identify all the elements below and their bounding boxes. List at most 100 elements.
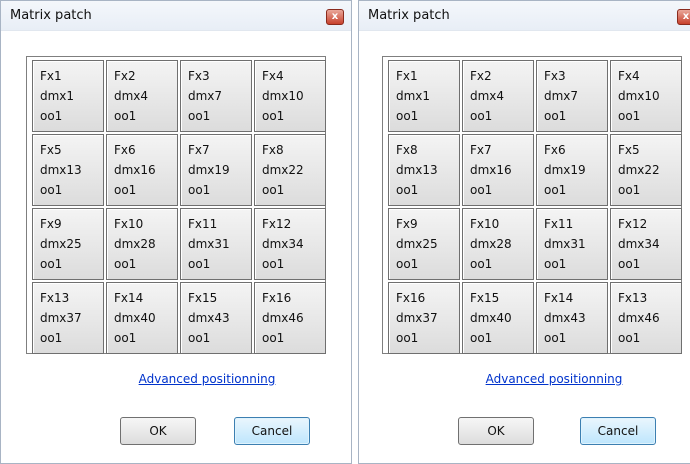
fixture-cell-oo: oo1 bbox=[618, 109, 641, 123]
matrix-patch-dialog-right: Matrix patch x Fx1 dmx1 oo1 Fx2 dmx4 oo1 Fx3 dm… bbox=[358, 0, 690, 464]
dialog-title: Matrix patch bbox=[10, 8, 92, 23]
fixture-cell-oo: oo1 bbox=[618, 331, 641, 345]
fixture-cell[interactable]: Fx9 dmx25 oo1 bbox=[32, 208, 104, 280]
fixture-cell-dmx: dmx22 bbox=[618, 163, 660, 177]
fixture-cell[interactable]: Fx11 dmx31 oo1 bbox=[180, 208, 252, 280]
cancel-button[interactable]: Cancel bbox=[234, 417, 310, 445]
matrix-patch-dialog-left: Matrix patch x Fx1 dmx1 oo1 Fx2 dmx4 oo1 Fx3 dm… bbox=[0, 0, 352, 464]
fixture-cell-dmx: dmx43 bbox=[544, 311, 586, 325]
fixture-cell-dmx: dmx25 bbox=[396, 237, 438, 251]
fixture-cell-fx: Fx12 bbox=[618, 217, 648, 231]
fixture-cell[interactable]: Fx16 dmx46 oo1 bbox=[254, 282, 326, 354]
fixture-cell[interactable]: Fx10 dmx28 oo1 bbox=[462, 208, 534, 280]
fixture-cell[interactable]: Fx5 dmx22 oo1 bbox=[610, 134, 682, 206]
fixture-cell-dmx: dmx1 bbox=[396, 89, 431, 103]
fixture-cell[interactable]: Fx3 dmx7 oo1 bbox=[536, 60, 608, 132]
fixture-cell-fx: Fx9 bbox=[396, 217, 418, 231]
fixture-cell[interactable]: Fx2 dmx4 oo1 bbox=[106, 60, 178, 132]
fixture-cell[interactable]: Fx4 dmx10 oo1 bbox=[254, 60, 326, 132]
fixture-cell-fx: Fx11 bbox=[188, 217, 218, 231]
close-button[interactable]: x bbox=[326, 9, 344, 25]
fixture-cell[interactable]: Fx15 dmx40 oo1 bbox=[462, 282, 534, 354]
fixture-cell-dmx: dmx28 bbox=[470, 237, 512, 251]
fixture-cell[interactable]: Fx3 dmx7 oo1 bbox=[180, 60, 252, 132]
fixture-cell[interactable]: Fx2 dmx4 oo1 bbox=[462, 60, 534, 132]
fixture-cell-dmx: dmx19 bbox=[188, 163, 230, 177]
fixture-cell-oo: oo1 bbox=[188, 109, 211, 123]
fixture-cell[interactable]: Fx14 dmx40 oo1 bbox=[106, 282, 178, 354]
fixture-cell-dmx: dmx7 bbox=[544, 89, 579, 103]
fixture-cell[interactable]: Fx5 dmx13 oo1 bbox=[32, 134, 104, 206]
fixture-cell-oo: oo1 bbox=[618, 183, 641, 197]
fixture-cell-oo: oo1 bbox=[40, 183, 63, 197]
fixture-cell-oo: oo1 bbox=[470, 109, 493, 123]
fixture-cell-fx: Fx3 bbox=[544, 69, 566, 83]
fixture-cell-fx: Fx2 bbox=[114, 69, 136, 83]
fixture-cell-oo: oo1 bbox=[618, 257, 641, 271]
advanced-positioning-link[interactable]: Advanced positionning bbox=[454, 372, 654, 386]
fixture-cell-dmx: dmx13 bbox=[40, 163, 82, 177]
fixture-cell-oo: oo1 bbox=[396, 109, 419, 123]
fixture-cell-dmx: dmx28 bbox=[114, 237, 156, 251]
fixture-cell-dmx: dmx16 bbox=[114, 163, 156, 177]
fixture-cell-fx: Fx13 bbox=[618, 291, 648, 305]
fixture-cell-oo: oo1 bbox=[262, 257, 285, 271]
fixture-cell-fx: Fx6 bbox=[544, 143, 566, 157]
fixture-cell[interactable]: Fx16 dmx37 oo1 bbox=[388, 282, 460, 354]
fixture-cell[interactable]: Fx7 dmx19 oo1 bbox=[180, 134, 252, 206]
fixture-cell-fx: Fx5 bbox=[618, 143, 640, 157]
fixture-cell-dmx: dmx4 bbox=[114, 89, 149, 103]
fixture-cell-dmx: dmx31 bbox=[188, 237, 230, 251]
title-bar: Matrix patch x bbox=[1, 1, 351, 31]
fixture-cell-dmx: dmx34 bbox=[262, 237, 304, 251]
fixture-cell[interactable]: Fx6 dmx16 oo1 bbox=[106, 134, 178, 206]
fixture-cell-dmx: dmx22 bbox=[262, 163, 304, 177]
ok-button[interactable]: OK bbox=[120, 417, 196, 445]
fixture-cell-oo: oo1 bbox=[114, 331, 137, 345]
fixture-cell[interactable]: Fx10 dmx28 oo1 bbox=[106, 208, 178, 280]
fixture-cell[interactable]: Fx12 dmx34 oo1 bbox=[254, 208, 326, 280]
fixture-cell-dmx: dmx46 bbox=[262, 311, 304, 325]
fixture-cell-oo: oo1 bbox=[396, 183, 419, 197]
fixture-cell-fx: Fx12 bbox=[262, 217, 292, 231]
fixture-cell[interactable]: Fx7 dmx16 oo1 bbox=[462, 134, 534, 206]
ok-button[interactable]: OK bbox=[458, 417, 534, 445]
fixture-cell-fx: Fx14 bbox=[114, 291, 144, 305]
fixture-cell[interactable]: Fx13 dmx37 oo1 bbox=[32, 282, 104, 354]
fixture-cell-dmx: dmx7 bbox=[188, 89, 223, 103]
fixture-cell[interactable]: Fx11 dmx31 oo1 bbox=[536, 208, 608, 280]
fixture-cell-oo: oo1 bbox=[544, 183, 567, 197]
dialog-title: Matrix patch bbox=[368, 8, 450, 23]
fixture-cell-oo: oo1 bbox=[544, 331, 567, 345]
fixture-cell[interactable]: Fx8 dmx22 oo1 bbox=[254, 134, 326, 206]
fixture-cell-dmx: dmx37 bbox=[40, 311, 82, 325]
advanced-positioning-link[interactable]: Advanced positionning bbox=[107, 372, 307, 386]
cancel-button[interactable]: Cancel bbox=[580, 417, 656, 445]
close-button[interactable]: x bbox=[677, 9, 690, 25]
fixture-cell-fx: Fx4 bbox=[262, 69, 284, 83]
fixture-cell-fx: Fx8 bbox=[262, 143, 284, 157]
fixture-cell-fx: Fx6 bbox=[114, 143, 136, 157]
fixture-cell[interactable]: Fx15 dmx43 oo1 bbox=[180, 282, 252, 354]
fixture-cell-dmx: dmx31 bbox=[544, 237, 586, 251]
fixture-cell-fx: Fx15 bbox=[470, 291, 500, 305]
fixture-cell-dmx: dmx37 bbox=[396, 311, 438, 325]
fixture-cell-fx: Fx11 bbox=[544, 217, 574, 231]
fixture-cell-oo: oo1 bbox=[470, 331, 493, 345]
fixture-cell[interactable]: Fx4 dmx10 oo1 bbox=[610, 60, 682, 132]
fixture-cell-dmx: dmx1 bbox=[40, 89, 75, 103]
close-icon: x bbox=[331, 11, 339, 22]
fixture-cell[interactable]: Fx1 dmx1 oo1 bbox=[388, 60, 460, 132]
fixture-cell[interactable]: Fx12 dmx34 oo1 bbox=[610, 208, 682, 280]
fixture-cell[interactable]: Fx6 dmx19 oo1 bbox=[536, 134, 608, 206]
fixture-cell-dmx: dmx13 bbox=[396, 163, 438, 177]
fixture-cell[interactable]: Fx13 dmx46 oo1 bbox=[610, 282, 682, 354]
fixture-cell[interactable]: Fx1 dmx1 oo1 bbox=[32, 60, 104, 132]
fixture-cell-fx: Fx3 bbox=[188, 69, 210, 83]
fixture-cell-oo: oo1 bbox=[544, 109, 567, 123]
fixture-cell[interactable]: Fx9 dmx25 oo1 bbox=[388, 208, 460, 280]
fixture-cell-fx: Fx16 bbox=[396, 291, 426, 305]
fixture-cell[interactable]: Fx8 dmx13 oo1 bbox=[388, 134, 460, 206]
fixture-cell-oo: oo1 bbox=[114, 257, 137, 271]
fixture-cell[interactable]: Fx14 dmx43 oo1 bbox=[536, 282, 608, 354]
